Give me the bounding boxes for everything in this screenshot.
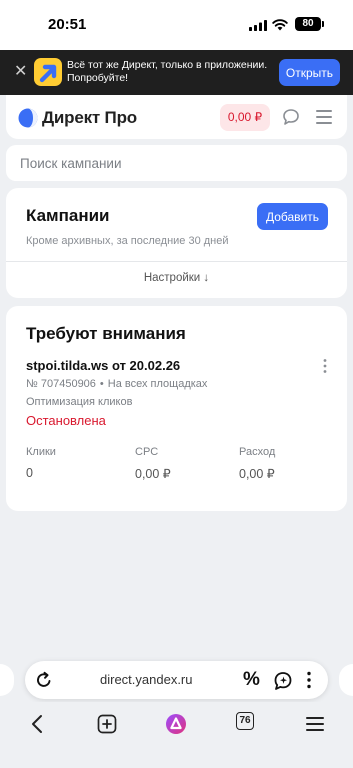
open-app-button[interactable]: Открыть <box>279 59 340 86</box>
divider <box>6 261 347 262</box>
previous-tab-peek[interactable] <box>0 664 14 696</box>
campaign-name-link[interactable]: stpoi.tilda.ws от 20.02.26 <box>26 358 180 373</box>
separator-dot: • <box>99 378 104 390</box>
app-header: Директ Про 0,00 ₽ <box>6 95 347 139</box>
stat-spend: Расход 0,00 ₽ <box>239 446 275 481</box>
campaign-strategy: Оптимизация кликов <box>26 396 133 408</box>
more-vertical-icon[interactable] <box>318 358 332 374</box>
back-arrow-icon[interactable] <box>27 713 49 735</box>
campaign-number: № 707450906 <box>26 378 96 390</box>
campaign-search-input[interactable] <box>6 145 347 181</box>
next-tab-peek[interactable] <box>339 664 353 696</box>
direct-arrow-icon <box>39 64 57 83</box>
campaigns-title: Кампании <box>26 206 110 225</box>
wifi-icon <box>272 19 288 31</box>
settings-toggle[interactable]: Настройки ↓ <box>6 272 347 284</box>
status-time: 20:51 <box>48 16 87 33</box>
stat-cpc: CPC 0,00 ₽ <box>135 446 171 481</box>
stat-value: 0,00 ₽ <box>135 467 171 481</box>
more-vertical-icon[interactable] <box>306 671 312 689</box>
attention-card: Требуют внимания stpoi.tilda.ws от 20.02… <box>6 306 347 511</box>
add-campaign-button[interactable]: Добавить <box>257 203 328 230</box>
stat-label: Клики <box>26 446 56 458</box>
app-promo-banner: ✕ Всё тот же Директ, только в приложении… <box>0 50 353 95</box>
stat-label: Расход <box>239 446 276 458</box>
assistant-chat-icon[interactable] <box>273 671 293 691</box>
banner-text: Всё тот же Директ, только в приложении. … <box>67 59 268 84</box>
stat-label: CPC <box>135 446 159 458</box>
stat-clicks: Клики 0 <box>26 446 56 480</box>
percent-icon[interactable]: % <box>243 670 261 690</box>
battery-indicator: 80 <box>295 17 324 31</box>
campaign-placement: На всех площадках <box>107 378 208 390</box>
direct-logo-icon <box>18 108 38 128</box>
browser-url-bar[interactable]: direct.yandex.ru % <box>25 661 328 699</box>
close-icon[interactable]: ✕ <box>14 63 27 81</box>
campaign-status: Остановлена <box>26 413 106 428</box>
campaign-meta: № 707450906 • На всех площадках <box>26 378 207 390</box>
campaigns-subtitle: Кроме архивных, за последние 30 дней <box>26 235 229 247</box>
campaigns-card: Кампании Добавить Кроме архивных, за пос… <box>6 188 347 298</box>
reload-icon[interactable] <box>35 671 53 689</box>
brand-title: Директ Про <box>42 108 137 127</box>
chat-icon[interactable] <box>282 108 300 126</box>
hamburger-menu-icon[interactable] <box>304 713 326 735</box>
direct-app-logo <box>34 58 62 86</box>
new-tab-plus-icon[interactable] <box>96 713 118 735</box>
stat-value: 0 <box>26 466 33 480</box>
alice-assistant-icon[interactable] <box>165 713 187 735</box>
url-text[interactable]: direct.yandex.ru <box>100 672 193 687</box>
hamburger-menu-icon[interactable] <box>316 110 332 124</box>
browser-toolbar: 76 <box>0 702 353 768</box>
attention-title: Требуют внимания <box>26 324 186 343</box>
cellular-signal-icon <box>249 20 267 31</box>
balance-badge[interactable]: 0,00 ₽ <box>220 104 270 131</box>
tabs-count-badge[interactable]: 76 <box>236 712 254 730</box>
status-bar: 20:51 80 <box>0 0 353 50</box>
stat-value: 0,00 ₽ <box>239 467 275 481</box>
